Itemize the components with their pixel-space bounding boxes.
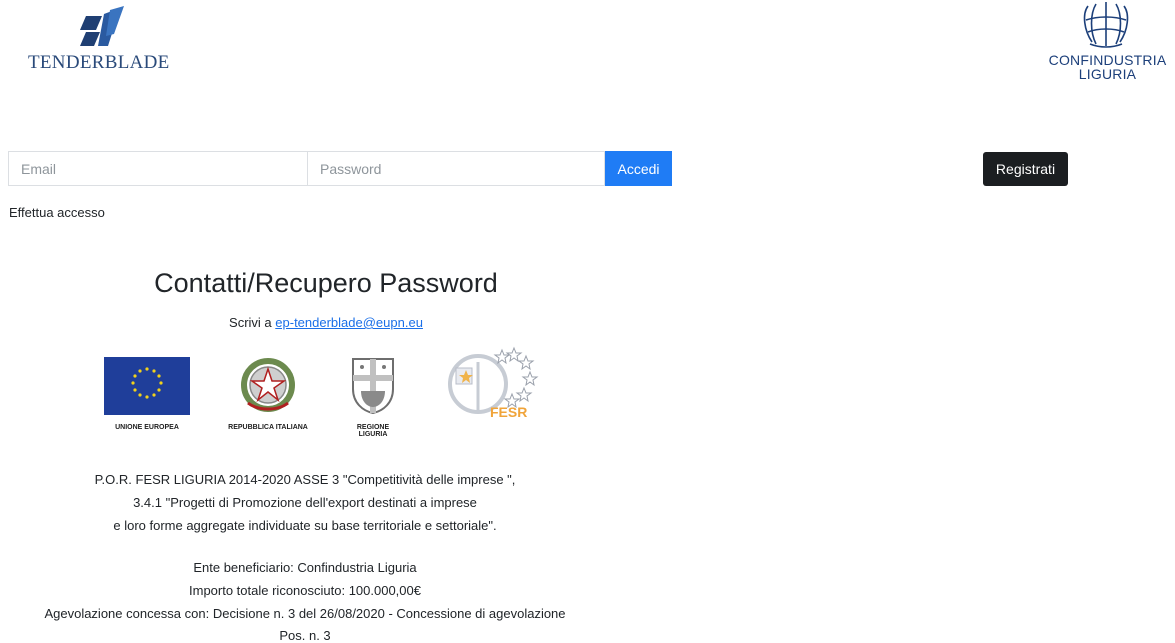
fesr-logo-label: FESR xyxy=(490,404,528,420)
password-field[interactable] xyxy=(307,151,605,186)
liguria-region-label: REGIONE LIGURIA xyxy=(356,424,390,438)
program-line-1: P.O.R. FESR LIGURIA 2014-2020 ASSE 3 "Co… xyxy=(94,472,516,487)
confindustria-liguria-logo: CONFINDUSTRIA LIGURIA xyxy=(1040,0,1175,95)
fesr-logo: FESR xyxy=(446,342,542,429)
contact-title: Contatti/Recupero Password xyxy=(154,268,498,298)
register-button[interactable]: Registrati xyxy=(983,152,1068,186)
amount-line: Importo totale riconosciuto: 100.000,00€ xyxy=(189,583,421,598)
contact-prefix: Scrivi a xyxy=(229,315,276,330)
confindustria-emblem-icon xyxy=(1083,2,1129,48)
tenderblade-logo: TENDERBLADE xyxy=(28,6,178,76)
contact-email-link[interactable]: ep-tenderblade@eupn.eu xyxy=(275,315,423,330)
beneficiary-line: Ente beneficiario: Confindustria Liguria xyxy=(193,560,417,575)
italy-logo: REPUBBLICA ITALIANA xyxy=(222,355,314,431)
liguria-region-logo: REGIONE LIGURIA xyxy=(343,355,403,438)
eu-logo: UNIONE EUROPEA xyxy=(104,355,190,431)
liguria-logo-text: LIGURIA xyxy=(1078,66,1137,82)
eu-flag-icon xyxy=(104,357,190,415)
program-line-2: 3.4.1 "Progetti di Promozione dell'expor… xyxy=(133,495,477,510)
program-line-3: e loro forme aggregate individuate su ba… xyxy=(113,518,497,533)
contact-line: Scrivi a ep-tenderblade@eupn.eu xyxy=(0,315,652,330)
liguria-shield-icon xyxy=(352,358,394,415)
login-button[interactable]: Accedi xyxy=(605,151,672,186)
eu-logo-label: UNIONE EUROPEA xyxy=(115,424,179,431)
tenderblade-mark-icon xyxy=(80,6,124,46)
decision-line: Agevolazione concessa con: Decisione n. … xyxy=(44,606,566,621)
email-field[interactable] xyxy=(8,151,307,186)
tenderblade-logo-text: TENDERBLADE xyxy=(28,52,170,73)
login-status-text: Effettua accesso xyxy=(9,205,105,220)
italy-logo-label: REPUBBLICA ITALIANA xyxy=(228,424,308,431)
position-line: Pos. n. 3 xyxy=(279,628,331,643)
italian-emblem-icon xyxy=(241,358,295,412)
